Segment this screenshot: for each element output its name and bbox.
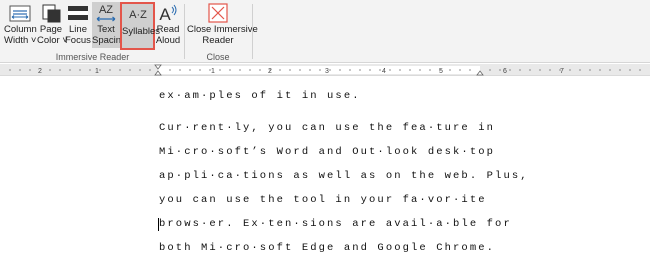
close-immersive-label-2: Reader	[202, 35, 234, 46]
text-spacing-icon: AZ	[96, 4, 116, 22]
document-line: both Mi·cro·soft Edge and Google Chrome.	[159, 242, 496, 254]
group-divider-end	[252, 4, 253, 59]
ruler-label: 7	[560, 68, 564, 75]
immersive-reader-group-label: Immersive Reader	[55, 52, 130, 62]
page-color-label-2: Color ˅	[37, 35, 68, 46]
line-focus-label-2: Focus ˅	[65, 35, 100, 46]
close-icon	[208, 3, 228, 23]
horizontal-ruler[interactable]: 2 1 1 2 3 4 5 6 7	[0, 64, 650, 76]
page-color-label-1: Page	[39, 24, 63, 35]
ruler-label: 4	[382, 68, 386, 75]
read-aloud-label-2: Aloud	[155, 35, 181, 46]
ruler-label: 1	[95, 68, 99, 75]
ruler-text-area	[158, 66, 480, 74]
page-color-icon	[42, 4, 61, 23]
document-line: you can use the tool in your fa·vor·ite	[159, 194, 487, 206]
read-aloud-glyph: A	[159, 5, 171, 24]
text-cursor	[158, 218, 159, 231]
document-line: Mi·cro·soft’s Word and Out·look desk·top	[159, 146, 496, 158]
document-line: brows·er. Ex·ten·sions are avail·a·ble f…	[159, 218, 512, 230]
text-spacing-glyph: AZ	[99, 4, 113, 16]
read-aloud-label-1: Read	[156, 24, 180, 35]
ruler-label: 3	[325, 68, 329, 75]
ruler-label: 5	[439, 68, 443, 75]
ruler-label: 2	[38, 68, 42, 75]
text-spacing-label-2: Spacing	[92, 35, 127, 46]
column-width-label-2: Width ˅	[4, 35, 37, 46]
column-width-icon	[9, 5, 31, 22]
ruler-label: 2	[268, 68, 272, 75]
read-aloud-button[interactable]: A Read Aloud	[155, 2, 181, 48]
close-immersive-reader-button[interactable]: Close Immersive Reader	[187, 2, 258, 48]
line-focus-icon	[68, 6, 88, 20]
ruler-graphic: 2 1 1 2 3 4 5 6 7	[9, 64, 641, 76]
line-focus-button[interactable]: Line Focus ˅	[65, 2, 100, 48]
page-color-button[interactable]: Page Color ˅	[37, 2, 68, 48]
ribbon: Column Width ˅ Page Color ˅ Line Focus ˅…	[0, 0, 650, 63]
line-focus-label-1: Line	[69, 24, 87, 35]
text-spacing-label-1: Text	[97, 24, 115, 35]
ruler-label: 6	[503, 68, 507, 75]
close-immersive-label-1: Close Immersive	[187, 24, 258, 35]
group-divider	[184, 4, 185, 59]
document-page[interactable]: ex·am·ples of it in use. Cur·rent·ly, yo…	[0, 77, 650, 257]
column-width-label-1: Column	[4, 24, 37, 35]
document-line: Cur·rent·ly, you can use the fea·ture in	[159, 122, 496, 134]
syllables-button[interactable]: A·Z Syllables	[120, 2, 161, 50]
text-spacing-button[interactable]: AZ Text Spacing	[92, 2, 127, 48]
syllables-label: Syllables	[122, 26, 161, 37]
document-line: ex·am·ples of it in use.	[159, 90, 361, 102]
column-width-button[interactable]: Column Width ˅	[4, 2, 37, 48]
syllables-glyph: A·Z	[129, 9, 147, 21]
read-aloud-icon: A	[159, 4, 177, 24]
close-group-label: Close	[206, 52, 230, 62]
document-line: ap·pli·ca·tions as well as on the web. P…	[159, 170, 529, 182]
ruler-label: 1	[211, 68, 215, 75]
syllables-icon: A·Z	[129, 9, 147, 21]
